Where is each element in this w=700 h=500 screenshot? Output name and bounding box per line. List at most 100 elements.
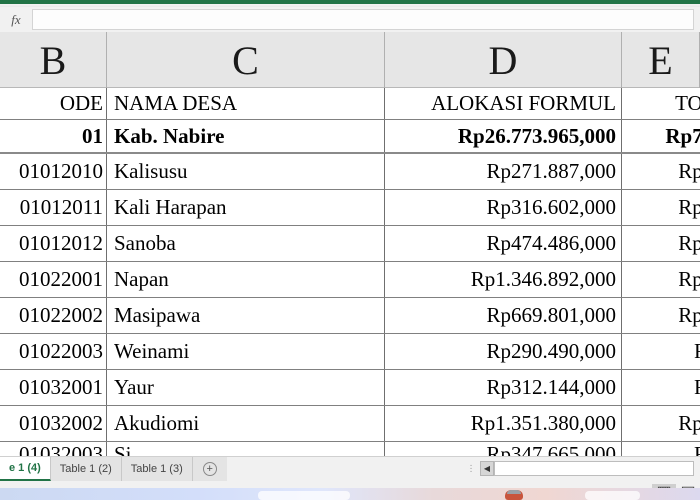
summary-row[interactable]: 01 Kab. Nabire Rp26.773.965,000 Rp73.7 [0, 120, 700, 154]
cell-code: 01022001 [0, 262, 107, 297]
cell-name: Akudiomi [107, 406, 385, 441]
cell-total: Rp2.0 [622, 262, 700, 297]
summary-cell-alokasi: Rp26.773.965,000 [385, 120, 622, 152]
overlay-shape [258, 491, 350, 500]
table-row[interactable]: 01012011 Kali Harapan Rp316.602,000 Rp1.2 [0, 190, 700, 226]
cell-name-text: Kali Harapan [114, 195, 227, 219]
cell-total-text: Rp1.2 [678, 159, 700, 183]
overlay-person [505, 490, 523, 500]
cell-alokasi-text: Rp1.346.892,000 [470, 267, 616, 291]
table-row[interactable]: 01022003 Weinami Rp290.490,000 Rp9 [0, 334, 700, 370]
cell-code-text: 01032001 [19, 375, 103, 399]
cell-code-text: 01012010 [19, 159, 103, 183]
cell-name: Sanoba [107, 226, 385, 261]
cell-alokasi: Rp1.351.380,000 [385, 406, 622, 441]
cell-code: 01022003 [0, 334, 107, 369]
cell-alokasi-text: Rp316.602,000 [486, 195, 616, 219]
header-cell-alokasi: ALOKASI FORMUL [385, 88, 622, 119]
cell-code-text: 01012012 [19, 231, 103, 255]
cell-code-text: 01012011 [19, 195, 103, 219]
cell-total: Rp1.2 [622, 154, 700, 189]
cell-alokasi-text: Rp669.801,000 [486, 303, 616, 327]
formula-bar: fx [0, 7, 700, 32]
cell-code-text: 01032002 [19, 411, 103, 435]
cell-name-text: Yaur [114, 375, 154, 399]
sheet-tab-label: Table 1 (3) [130, 463, 183, 475]
insert-function-icon[interactable]: fx [0, 8, 32, 31]
worksheet-grid[interactable]: ODE NAMA DESA ALOKASI FORMUL TOTA 01 Kab… [0, 88, 700, 456]
cell-code-text: 01022001 [19, 267, 103, 291]
cell-code: 01012012 [0, 226, 107, 261]
cell-alokasi: Rp347.665,000 [385, 442, 622, 456]
cell-name-text: Weinami [114, 339, 190, 363]
header-cell-code: ODE [0, 88, 107, 119]
cell-name: Kali Harapan [107, 190, 385, 225]
plus-icon: + [202, 462, 217, 476]
cell-name: Masipawa [107, 298, 385, 333]
status-bar: e 1 (4) Table 1 (2) Table 1 (3) + · · · ◀ [0, 456, 700, 484]
column-header-b[interactable]: B [0, 32, 107, 88]
table-row[interactable]: 01032001 Yaur Rp312.144,000 Rp9 [0, 370, 700, 406]
cell-alokasi-text: Rp271.887,000 [486, 159, 616, 183]
scroll-track[interactable] [494, 460, 694, 476]
add-sheet-button[interactable]: + [192, 457, 227, 481]
formula-input[interactable] [32, 9, 694, 30]
header-cell-name: NAMA DESA [107, 88, 385, 119]
column-header-e[interactable]: E [622, 32, 700, 88]
cell-name: Kalisusu [107, 154, 385, 189]
cell-alokasi: Rp474.486,000 [385, 226, 622, 261]
table-row[interactable]: 01032003 Si Rp347.665,000 Rp4 [0, 442, 700, 456]
overlay-shape [585, 491, 640, 500]
table-row[interactable]: 01022002 Masipawa Rp669.801,000 Rp1.2 [0, 298, 700, 334]
cell-name-text: Sanoba [114, 231, 176, 255]
background-overlay [0, 488, 700, 500]
cell-total-text: Rp1.2 [678, 195, 700, 219]
column-header-d[interactable]: D [385, 32, 622, 88]
cell-name: Napan [107, 262, 385, 297]
cell-total: Rp4 [622, 442, 700, 456]
table-row[interactable]: 01022001 Napan Rp1.346.892,000 Rp2.0 [0, 262, 700, 298]
cell-alokasi: Rp669.801,000 [385, 298, 622, 333]
cell-code-text: 01022003 [19, 339, 103, 363]
horizontal-scrollbar[interactable]: · · · ◀ [466, 460, 694, 476]
cell-code: 01032002 [0, 406, 107, 441]
table-row[interactable]: 01032002 Akudiomi Rp1.351.380,000 Rp2.0 [0, 406, 700, 442]
column-header-row: B C D E [0, 32, 700, 88]
scroll-grip-icon[interactable]: · · · [466, 460, 476, 476]
table-header-row: ODE NAMA DESA ALOKASI FORMUL TOTA [0, 88, 700, 120]
cell-code: 01032001 [0, 370, 107, 405]
column-header-label: C [232, 37, 259, 83]
cell-alokasi: Rp271.887,000 [385, 154, 622, 189]
spreadsheet-window: fx B C D E ODE NAMA DESA ALOKASI FORMUL TOT… [0, 0, 700, 500]
column-header-c[interactable]: C [107, 32, 385, 88]
scroll-left-arrow-icon[interactable]: ◀ [480, 460, 494, 476]
cell-code: 01022002 [0, 298, 107, 333]
column-header-label: E [648, 37, 673, 83]
cell-total: Rp9 [622, 334, 700, 369]
cell-alokasi-text: Rp290.490,000 [486, 339, 616, 363]
sheet-tab-1[interactable]: Table 1 (2) [50, 457, 122, 481]
cell-total-text: Rp9 [694, 375, 700, 400]
sheet-tab-0[interactable]: e 1 (4) [0, 457, 51, 481]
table-row[interactable]: 01012010 Kalisusu Rp271.887,000 Rp1.2 [0, 154, 700, 190]
cell-total-text: Rp2.0 [678, 411, 700, 435]
cell-total-text: Rp9 [694, 339, 700, 364]
sheet-tab-2[interactable]: Table 1 (3) [121, 457, 193, 481]
cell-total-text: Rp1.2 [678, 303, 700, 327]
cell-alokasi-text: Rp312.144,000 [486, 375, 616, 399]
cell-alokasi-text: Rp474.486,000 [486, 231, 616, 255]
summary-cell-total: Rp73.7 [665, 123, 700, 148]
table-row[interactable]: 01012012 Sanoba Rp474.486,000 Rp1.2 [0, 226, 700, 262]
column-header-label: B [39, 37, 67, 83]
cell-code: 01012010 [0, 154, 107, 189]
cell-name-text: Kalisusu [114, 159, 188, 183]
sheet-tab-label: Table 1 (2) [59, 463, 112, 475]
sheet-tab-strip: e 1 (4) Table 1 (2) Table 1 (3) + [0, 457, 227, 481]
column-header-label: D [488, 37, 518, 83]
cell-alokasi-text: Rp1.351.380,000 [470, 411, 616, 435]
cell-alokasi: Rp1.346.892,000 [385, 262, 622, 297]
header-cell-total: TOTA [675, 91, 700, 115]
overlay-person-hair [507, 490, 521, 494]
cell-alokasi: Rp312.144,000 [385, 370, 622, 405]
cell-alokasi: Rp290.490,000 [385, 334, 622, 369]
